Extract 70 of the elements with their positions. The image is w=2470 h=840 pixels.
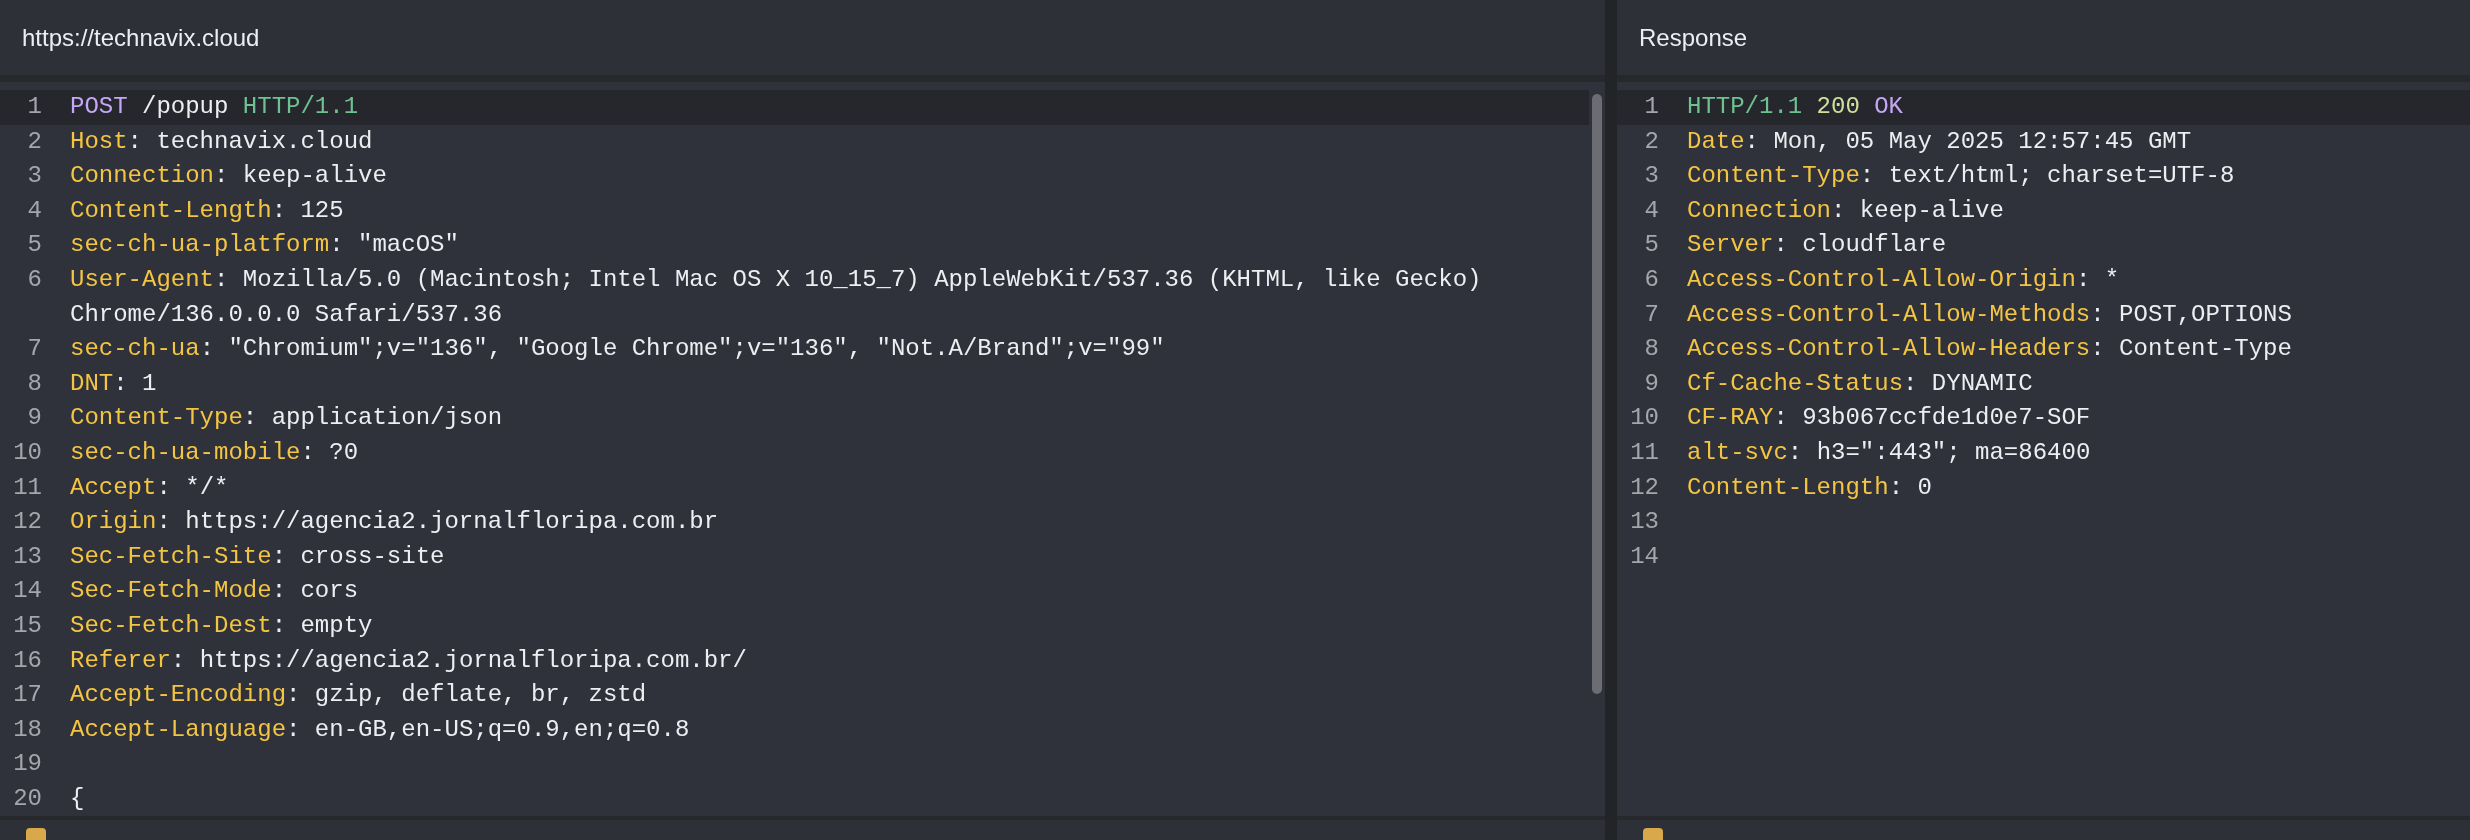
scrollbar-thumb[interactable] [1592,94,1602,694]
line-number: 2 [26,126,42,157]
line-number: 14 [1629,541,1659,572]
code-line: alt-svc: h3=":443"; ma=86400 [1687,437,2092,468]
code-line: Content-Type: text/html; charset=UTF-8 [1687,161,2236,192]
panel-title: Response [1639,23,1748,52]
line-number: 10 [12,437,42,468]
line-number: 7 [26,334,42,365]
line-number: 10 [1629,403,1659,434]
line-number: 4 [1643,195,1659,226]
line-number: 20 [12,783,42,814]
line-number: 9 [26,403,42,434]
code-line: { [70,783,86,814]
code-line: Sec-Fetch-Dest: empty [70,610,374,641]
line-number: 3 [26,161,42,192]
line-number: 8 [26,368,42,399]
line-number: 5 [1643,230,1659,261]
code-line: Referer: https://agencia2.jornalfloripa.com.br/ [70,645,748,676]
code-line: sec-ch-ua: "Chromium";v="136", "Google Chrome";v="136", "Not.A/Brand";v="99" [70,334,1166,365]
code-line: sec-ch-ua-mobile: ?0 [70,437,360,468]
line-number: 5 [26,230,42,261]
code-line: CF-RAY: 93b067ccfde1d0e7-SOF [1687,403,2092,434]
code-line: POST /popup HTTP/1.1 [70,92,360,122]
code-line: Content-Length: 125 [70,195,345,226]
line-number: 6 [1643,264,1659,295]
code-line: Access-Control-Allow-Methods: POST,OPTIONS [1687,299,2293,330]
code-line: Accept-Encoding: gzip, deflate, br, zstd [70,680,648,711]
code-line: Host: technavix.cloud [70,126,374,157]
line-number: 14 [12,576,42,607]
code-line: HTTP/1.1 200 OK [1687,92,1905,122]
line-number: 11 [1629,437,1659,468]
marker-icon[interactable] [26,828,46,840]
line-number: 12 [12,507,42,538]
line-number: 17 [12,680,42,711]
code-line: Origin: https://agencia2.jornalfloripa.com.br [70,507,720,538]
code-line: DNT: 1 [70,368,158,399]
code-line: Content-Type: application/json [70,403,504,434]
line-number: 9 [1643,368,1659,399]
marker-icon[interactable] [1643,828,1663,840]
code-line: Sec-Fetch-Site: cross-site [70,541,446,572]
line-number: 12 [1629,472,1659,503]
line-number: 2 [1643,126,1659,157]
line-number: 18 [12,714,42,745]
code-line: Cf-Cache-Status: DYNAMIC [1687,368,2034,399]
code-line: Date: Mon, 05 May 2025 12:57:45 GMT [1687,126,2193,157]
code-line: Server: cloudflare [1687,230,1948,261]
code-line: Accept-Language: en-GB,en-US;q=0.9,en;q=0.8 [70,714,691,745]
line-number: 13 [1629,507,1659,538]
code-line: sec-ch-ua-platform: "macOS" [70,230,460,261]
code-line: Connection: keep-alive [70,161,388,192]
line-number: 16 [12,645,42,676]
line-number: 19 [12,749,42,780]
line-number: 6 [26,264,42,295]
line-number: 1 [26,92,42,122]
line-number: 7 [1643,299,1659,330]
code-line: Content-Length: 0 [1687,472,1933,503]
code-line: Accept: */* [70,472,230,503]
code-line: Access-Control-Allow-Headers: Content-Type [1687,334,2293,365]
panel-title: https://technavix.cloud [22,23,260,52]
code-line: User-Agent: Mozilla/5.0 (Macintosh; Intel Mac OS X 10_15_7) AppleWebKit/537.36 (KHTML, like Gecko) Chrome/136.0.0.0 Safari/537.36 [70,264,1483,330]
line-number: 3 [1643,161,1659,192]
line-number: 15 [12,610,42,641]
line-number: 1 [1643,92,1659,122]
line-number: 11 [12,472,42,503]
line-number: 8 [1643,334,1659,365]
line-number: 4 [26,195,42,226]
code-line: Access-Control-Allow-Origin: * [1687,264,2121,295]
code-line: Sec-Fetch-Mode: cors [70,576,360,607]
code-line: Connection: keep-alive [1687,195,2005,226]
line-number: 13 [12,541,42,572]
